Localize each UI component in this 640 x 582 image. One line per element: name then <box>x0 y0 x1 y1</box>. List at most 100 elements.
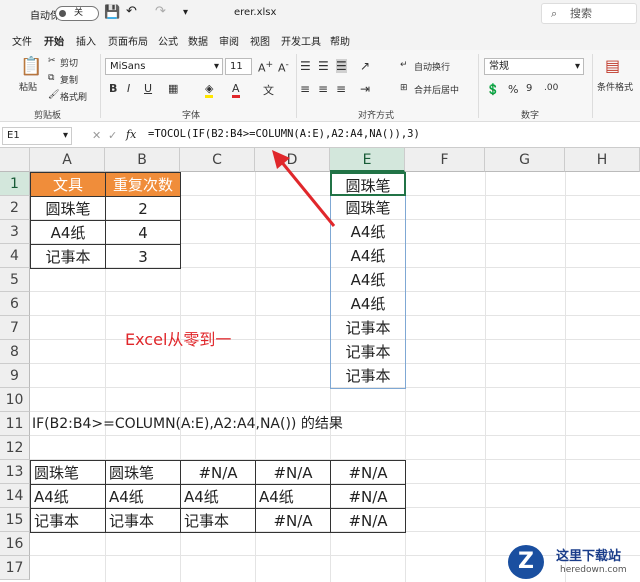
cancel-icon[interactable]: ✕ <box>92 129 101 142</box>
table-cell[interactable]: A4纸 <box>105 484 181 509</box>
result-cell[interactable]: A4纸 <box>330 244 406 268</box>
row-header-7[interactable]: 7 <box>0 316 30 340</box>
row-header-13[interactable]: 13 <box>0 460 30 484</box>
menu-review[interactable]: 审阅 <box>219 33 239 48</box>
menu-file[interactable]: 文件 <box>12 33 32 48</box>
table-cell[interactable]: 2 <box>105 196 181 221</box>
column-header-h[interactable]: H <box>565 148 640 172</box>
table-cell[interactable]: 圆珠笔 <box>30 460 106 485</box>
align-left-icon[interactable]: ≡ <box>300 82 310 96</box>
decrease-font-icon[interactable]: A- <box>278 59 289 75</box>
table-header-cell[interactable]: 重复次数 <box>105 172 181 197</box>
row-header-11[interactable]: 11 <box>0 412 30 436</box>
result-cell[interactable]: A4纸 <box>330 268 406 292</box>
row-header-8[interactable]: 8 <box>0 340 30 364</box>
table-cell[interactable]: 圆珠笔 <box>105 460 181 485</box>
menu-formulas[interactable]: 公式 <box>158 33 178 48</box>
table-cell[interactable]: #N/A <box>330 508 406 533</box>
menu-developer[interactable]: 开发工具 <box>281 33 321 48</box>
redo-icon[interactable]: ↷ <box>155 4 166 19</box>
fx-icon[interactable]: fx <box>126 128 136 141</box>
menu-view[interactable]: 视图 <box>250 33 270 48</box>
file-name[interactable]: erer.xlsx <box>234 7 276 18</box>
table-cell[interactable]: 记事本 <box>180 508 256 533</box>
borders-icon[interactable]: ▦ <box>168 82 178 95</box>
row-header-6[interactable]: 6 <box>0 292 30 316</box>
autosave-toggle[interactable]: 关 <box>55 6 99 21</box>
row-header-1[interactable]: 1 <box>0 172 30 196</box>
column-header-b[interactable]: B <box>105 148 180 172</box>
table-cell[interactable]: A4纸 <box>30 220 106 245</box>
result-cell[interactable]: 记事本 <box>330 340 406 364</box>
bold-button[interactable]: B <box>109 82 117 95</box>
align-middle-icon[interactable]: ☰ <box>318 59 329 73</box>
table-cell[interactable]: 圆珠笔 <box>30 196 106 221</box>
result-cell[interactable]: 记事本 <box>330 316 406 340</box>
result-caption[interactable]: IF(B2:B4>=COLUMN(A:E),A2:A4,NA()) 的结果 <box>32 412 343 436</box>
format-painter-label[interactable]: 格式刷 <box>60 90 87 103</box>
font-size-combo[interactable]: 11 <box>225 58 252 75</box>
orientation-icon[interactable]: ↗ <box>360 59 370 73</box>
comma-icon[interactable]: 9 <box>526 83 532 94</box>
row-header-3[interactable]: 3 <box>0 220 30 244</box>
row-header-17[interactable]: 17 <box>0 556 30 580</box>
result-cell-active[interactable]: 圆珠笔 <box>330 172 406 196</box>
merge-label[interactable]: 合并后居中 <box>414 83 459 96</box>
table-cell[interactable]: #N/A <box>330 484 406 509</box>
table-cell[interactable]: 4 <box>105 220 181 245</box>
undo-icon[interactable]: ↶ <box>126 4 137 19</box>
result-cell[interactable]: 圆珠笔 <box>330 196 406 220</box>
enter-icon[interactable]: ✓ <box>108 129 117 142</box>
cut-icon[interactable]: ✂ <box>48 56 56 66</box>
paste-label[interactable]: 粘贴 <box>19 80 37 93</box>
row-header-10[interactable]: 10 <box>0 388 30 412</box>
align-top-icon[interactable]: ☰ <box>300 59 311 73</box>
row-header-4[interactable]: 4 <box>0 244 30 268</box>
table-cell[interactable]: #N/A <box>255 460 331 485</box>
table-cell[interactable]: #N/A <box>180 460 256 485</box>
result-cell[interactable]: A4纸 <box>330 292 406 316</box>
select-all-corner[interactable] <box>0 148 30 172</box>
quick-access-more-icon[interactable]: ▾ <box>183 7 188 18</box>
column-header-a[interactable]: A <box>30 148 105 172</box>
font-name-combo[interactable]: MiSans ▾ <box>105 58 223 75</box>
indent-icon[interactable]: ⇥ <box>360 82 370 96</box>
currency-icon[interactable]: 💲 <box>486 83 500 96</box>
row-header-15[interactable]: 15 <box>0 508 30 532</box>
result-cell[interactable]: A4纸 <box>330 220 406 244</box>
menu-help[interactable]: 帮助 <box>330 33 350 48</box>
decimal-icon[interactable]: .00 <box>544 83 558 93</box>
align-center-icon[interactable]: ≡ <box>318 82 328 96</box>
menu-insert[interactable]: 插入 <box>76 33 96 48</box>
increase-font-icon[interactable]: A+ <box>258 59 273 75</box>
conditional-format-icon[interactable]: ▤ <box>605 56 620 75</box>
table-cell[interactable]: A4纸 <box>30 484 106 509</box>
phonetic-icon[interactable]: 文 <box>263 82 274 98</box>
column-header-g[interactable]: G <box>485 148 565 172</box>
column-header-c[interactable]: C <box>180 148 255 172</box>
menu-data[interactable]: 数据 <box>188 33 208 48</box>
cut-label[interactable]: 剪切 <box>60 56 78 69</box>
menu-page-layout[interactable]: 页面布局 <box>108 33 148 48</box>
row-header-16[interactable]: 16 <box>0 532 30 556</box>
underline-button[interactable]: U <box>144 82 152 95</box>
name-box[interactable]: E1 ▾ <box>2 127 72 145</box>
table-cell[interactable]: 3 <box>105 244 181 269</box>
percent-icon[interactable]: % <box>508 83 518 96</box>
table-cell[interactable]: A4纸 <box>180 484 256 509</box>
font-color-icon[interactable]: A <box>232 82 240 98</box>
row-header-5[interactable]: 5 <box>0 268 30 292</box>
formula-input[interactable]: =TOCOL(IF(B2:B4>=COLUMN(A:E),A2:A4,NA())… <box>148 128 420 140</box>
column-header-e[interactable]: E <box>330 148 405 172</box>
row-header-12[interactable]: 12 <box>0 436 30 460</box>
align-right-icon[interactable]: ≡ <box>336 82 346 96</box>
conditional-format-label[interactable]: 条件格式 <box>597 80 633 93</box>
table-cell[interactable]: #N/A <box>255 508 331 533</box>
save-icon[interactable]: 💾 <box>104 5 120 20</box>
table-header-cell[interactable]: 文具 <box>30 172 106 197</box>
table-cell[interactable]: 记事本 <box>30 244 106 269</box>
merge-icon[interactable]: ⊞ <box>400 83 408 93</box>
row-header-2[interactable]: 2 <box>0 196 30 220</box>
align-bottom-icon[interactable]: ☰ <box>336 59 347 73</box>
copy-icon[interactable]: ⧉ <box>48 73 54 83</box>
